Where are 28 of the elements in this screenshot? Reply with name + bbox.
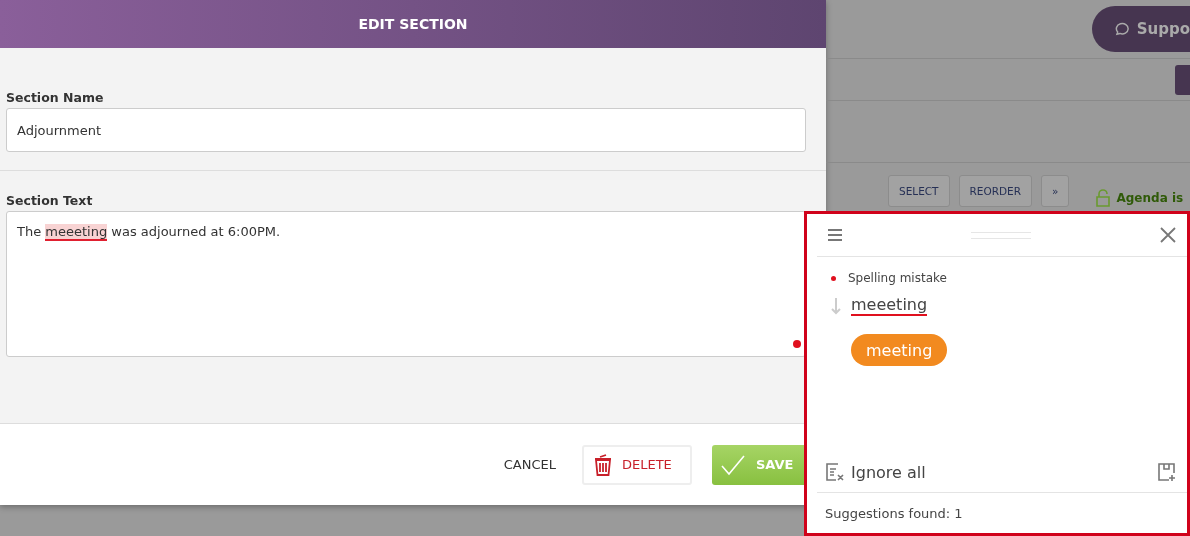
- edit-button[interactable]: [1175, 64, 1190, 95]
- support-button[interactable]: Suppo: [1092, 6, 1190, 52]
- checkmark-icon: [720, 453, 746, 476]
- modal-title: EDIT SECTION: [0, 0, 826, 48]
- menu-icon[interactable]: [827, 228, 843, 242]
- issue-dot-icon: [831, 275, 836, 281]
- ignore-icon: [825, 462, 845, 482]
- drag-handle[interactable]: [971, 231, 1031, 239]
- delete-button[interactable]: DELETE: [582, 444, 692, 485]
- toolbar-button[interactable]: REORDER: [958, 175, 1033, 207]
- suggestions-count: Suggestions found: 1: [817, 492, 1187, 533]
- flagged-word: meeeting: [851, 295, 928, 316]
- section-name-field[interactable]: Adjournment: [6, 108, 806, 152]
- lock-icon: [1096, 189, 1111, 207]
- field-label: Section Name: [6, 90, 105, 105]
- cancel-button[interactable]: CANCEL: [497, 444, 562, 485]
- down-arrow-icon: [831, 296, 841, 315]
- agenda-status: Agenda is: [1116, 191, 1184, 205]
- issue-type: Spelling mistake: [848, 271, 947, 285]
- field-label: Section Text: [6, 193, 94, 208]
- close-icon[interactable]: [1159, 226, 1177, 244]
- add-to-dictionary-icon[interactable]: [1157, 462, 1177, 482]
- trash-icon: [594, 453, 612, 476]
- checker-indicator-icon[interactable]: [793, 340, 801, 348]
- section-text-field[interactable]: The meeeting was adjourned at 6:00PM.: [6, 211, 806, 357]
- ignore-all-button[interactable]: Ignore all: [825, 462, 926, 482]
- toolbar-button[interactable]: »: [1041, 175, 1070, 207]
- toolbar-button[interactable]: SELECT: [888, 175, 950, 207]
